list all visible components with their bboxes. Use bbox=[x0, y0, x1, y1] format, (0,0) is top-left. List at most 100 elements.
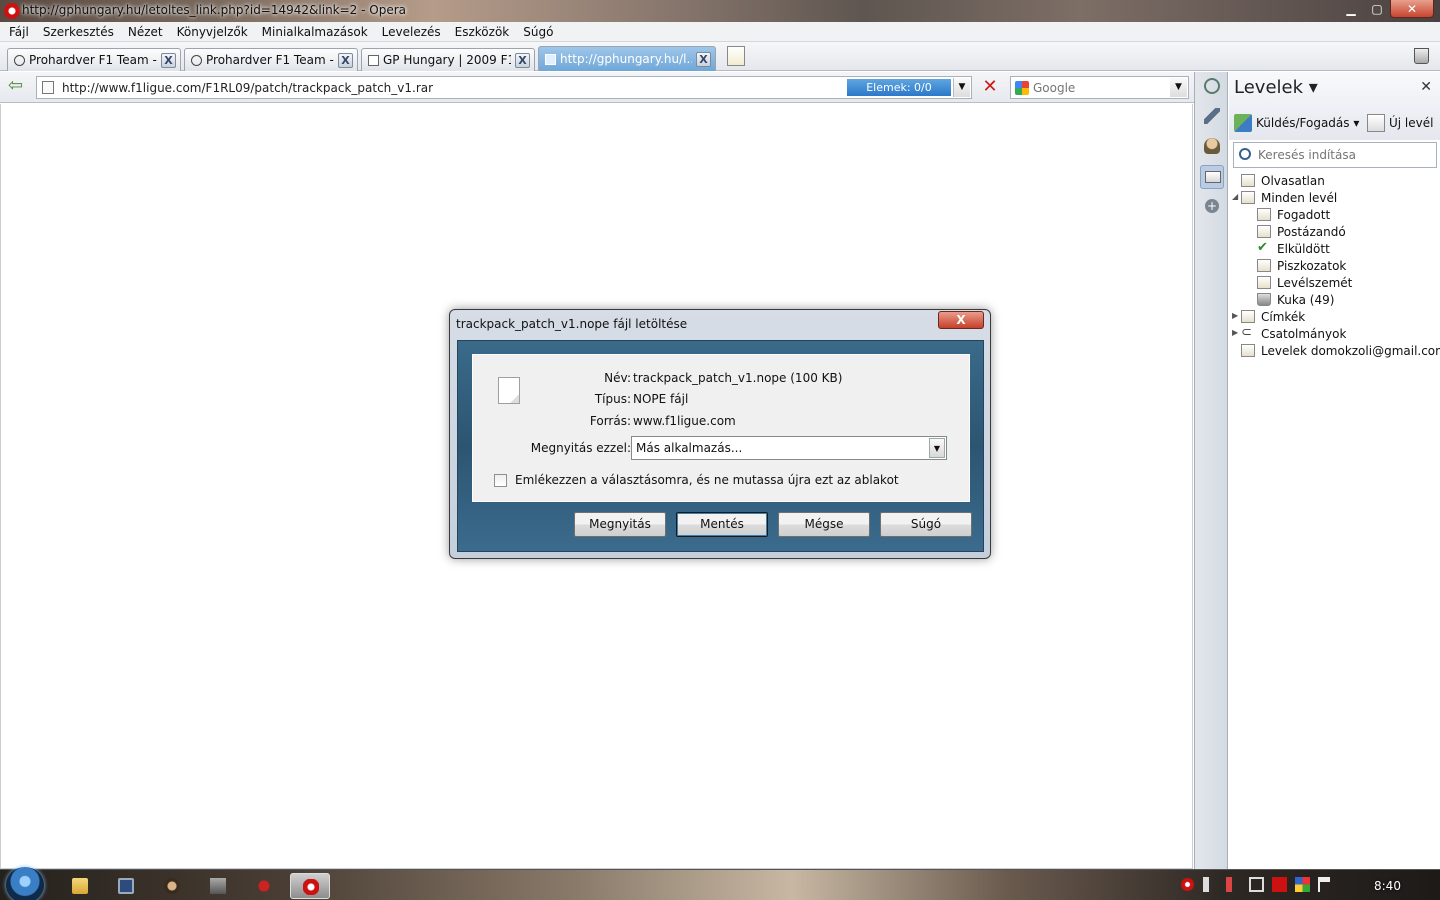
folder-sent[interactable]: ✔ Elküldött bbox=[1229, 240, 1440, 257]
search-field[interactable]: ▼ bbox=[1010, 76, 1189, 99]
save-button[interactable]: Mentés bbox=[676, 512, 768, 537]
mail-search-input[interactable] bbox=[1258, 147, 1428, 163]
start-button[interactable] bbox=[6, 867, 44, 900]
taskbar-media[interactable] bbox=[106, 873, 146, 899]
panel-contacts-button[interactable] bbox=[1200, 135, 1224, 159]
folder-labels[interactable]: ▶ Címkék bbox=[1229, 308, 1440, 325]
address-field[interactable]: http://www.f1ligue.com/F1RL09/patch/trac… bbox=[36, 76, 972, 99]
folder-unread[interactable]: Olvasatlan bbox=[1229, 172, 1440, 189]
menu-widgets[interactable]: Minialkalmazások bbox=[255, 25, 375, 39]
game-icon bbox=[210, 878, 226, 894]
tv-icon bbox=[118, 878, 134, 894]
back-button[interactable]: ⇦ bbox=[8, 77, 26, 96]
tab-close-button[interactable]: X bbox=[515, 52, 530, 68]
maximize-button[interactable]: ▢ bbox=[1364, 0, 1390, 18]
panel-mail-button[interactable] bbox=[1200, 165, 1224, 189]
taskbar-game-1[interactable] bbox=[152, 873, 192, 899]
file-icon bbox=[498, 377, 520, 404]
action-center-flag-icon[interactable] bbox=[1318, 877, 1333, 892]
tab-label: Prohardver F1 Team - ... bbox=[29, 53, 157, 67]
panel-title[interactable]: Levelek ▾ bbox=[1234, 77, 1318, 98]
speaker-icon[interactable] bbox=[1226, 877, 1241, 892]
collapse-arrow-icon[interactable]: ◢ bbox=[1232, 192, 1240, 201]
panel-add-button[interactable]: + bbox=[1200, 196, 1224, 220]
expand-arrow-icon[interactable]: ▶ bbox=[1232, 311, 1240, 320]
plus-icon: + bbox=[1205, 199, 1219, 213]
folder-trash[interactable]: Kuka (49) bbox=[1229, 291, 1440, 308]
help-button[interactable]: Súgó bbox=[880, 512, 972, 537]
folder-spam[interactable]: Levélszemét bbox=[1229, 274, 1440, 291]
folder-received[interactable]: Fogadott bbox=[1229, 206, 1440, 223]
game-icon bbox=[164, 878, 180, 894]
tab-close-button[interactable]: X bbox=[338, 52, 353, 68]
dialog-title: trackpack_patch_v1.nope fájl letöltése bbox=[456, 317, 688, 331]
tab-gp-hungary[interactable]: GP Hungary | 2009 F1 T... X bbox=[361, 48, 535, 71]
folder-outbox[interactable]: Postázandó bbox=[1229, 223, 1440, 240]
network-icon[interactable] bbox=[1249, 877, 1264, 892]
expand-arrow-icon[interactable]: ▶ bbox=[1232, 328, 1240, 337]
folder-account[interactable]: Levelek domokzoli@gmail.com bbox=[1229, 342, 1440, 359]
game-icon bbox=[256, 878, 272, 894]
folder-drafts[interactable]: Piszkozatok bbox=[1229, 257, 1440, 274]
taskbar-clock[interactable]: 8:40 bbox=[1374, 879, 1401, 893]
ati-icon[interactable] bbox=[1272, 877, 1287, 892]
account-icon bbox=[1241, 344, 1255, 357]
label-icon bbox=[1241, 310, 1255, 323]
folder-all-mail[interactable]: ◢ Minden levél bbox=[1229, 189, 1440, 206]
new-tab-button[interactable] bbox=[727, 46, 745, 66]
taskbar-explorer[interactable] bbox=[60, 873, 100, 899]
volume-icon[interactable] bbox=[1203, 877, 1218, 892]
search-engine-dropdown[interactable]: ▼ bbox=[1170, 78, 1187, 97]
taskbar-game-3[interactable] bbox=[244, 873, 284, 899]
address-dropdown-button[interactable]: ▼ bbox=[953, 78, 970, 97]
checkmark-icon: ✔ bbox=[1257, 241, 1271, 255]
tab-gphungary-active[interactable]: http://gphungary.hu/l... X bbox=[538, 46, 716, 71]
cancel-button[interactable]: Mégse bbox=[778, 512, 870, 537]
taskbar-opera[interactable] bbox=[290, 873, 330, 899]
mail-folder-tree: Olvasatlan ◢ Minden levél Fogadott Postá… bbox=[1229, 172, 1440, 359]
opera-tray-icon[interactable] bbox=[1180, 877, 1195, 892]
tab-prohardver-2[interactable]: Prohardver F1 Team - ... X bbox=[184, 48, 358, 71]
menu-bookmarks[interactable]: Könyvjelzők bbox=[170, 25, 255, 39]
open-with-select[interactable]: Más alkalmazás... ▼ bbox=[631, 436, 947, 460]
menu-tools[interactable]: Eszközök bbox=[448, 25, 517, 39]
open-with-label: Megnyitás ezzel: bbox=[530, 441, 631, 455]
file-type-value: NOPE fájl bbox=[633, 392, 689, 406]
stop-button[interactable]: ✕ bbox=[981, 78, 999, 96]
mail-search-field[interactable] bbox=[1233, 142, 1437, 168]
mail-panel: Levelek ▾ ✕ Küldés/Fogadás ▾ Új levél Ol… bbox=[1229, 72, 1440, 869]
tab-close-button[interactable]: X bbox=[696, 51, 711, 67]
tab-close-button[interactable]: X bbox=[161, 52, 176, 68]
send-receive-button[interactable]: Küldés/Fogadás ▾ bbox=[1234, 112, 1359, 134]
panel-history-button[interactable] bbox=[1200, 75, 1224, 99]
chevron-down-icon[interactable]: ▼ bbox=[929, 438, 945, 458]
new-mail-button[interactable]: Új levél bbox=[1367, 112, 1433, 134]
tab-prohardver-1[interactable]: Prohardver F1 Team - ... X bbox=[7, 48, 181, 71]
menu-mail[interactable]: Levelezés bbox=[375, 25, 448, 39]
menu-edit[interactable]: Szerkesztés bbox=[36, 25, 121, 39]
folder-label: Kuka (49) bbox=[1277, 292, 1335, 307]
new-mail-label: Új levél bbox=[1389, 116, 1434, 130]
folder-attachments[interactable]: ▶ ⊂ Csatolmányok bbox=[1229, 325, 1440, 342]
history-icon bbox=[1204, 78, 1220, 94]
close-window-button[interactable]: ✕ bbox=[1390, 0, 1434, 18]
remember-label[interactable]: Emlékezzen a választásomra, és ne mutass… bbox=[515, 473, 899, 487]
remember-checkbox[interactable] bbox=[494, 473, 507, 487]
menu-file[interactable]: Fájl bbox=[2, 25, 36, 39]
panel-close-button[interactable]: ✕ bbox=[1420, 79, 1432, 95]
system-tray bbox=[1180, 877, 1333, 892]
menu-view[interactable]: Nézet bbox=[121, 25, 170, 39]
taskbar-game-2[interactable] bbox=[198, 873, 238, 899]
closed-tabs-trash-icon[interactable] bbox=[1414, 48, 1429, 64]
search-input[interactable] bbox=[1033, 79, 1163, 96]
remember-choice[interactable]: Emlékezzen a választásomra, és ne mutass… bbox=[494, 473, 899, 487]
address-url[interactable]: http://www.f1ligue.com/F1RL09/patch/trac… bbox=[62, 81, 433, 95]
outbox-icon bbox=[1257, 225, 1271, 238]
minimize-button[interactable]: ▁ bbox=[1338, 0, 1364, 18]
page-icon bbox=[545, 53, 556, 65]
windows-flag-icon[interactable] bbox=[1295, 877, 1310, 892]
open-button[interactable]: Megnyitás bbox=[574, 512, 666, 537]
menu-help[interactable]: Súgó bbox=[516, 25, 560, 39]
dialog-close-button[interactable]: X bbox=[938, 311, 984, 329]
panel-notes-button[interactable] bbox=[1200, 105, 1224, 129]
